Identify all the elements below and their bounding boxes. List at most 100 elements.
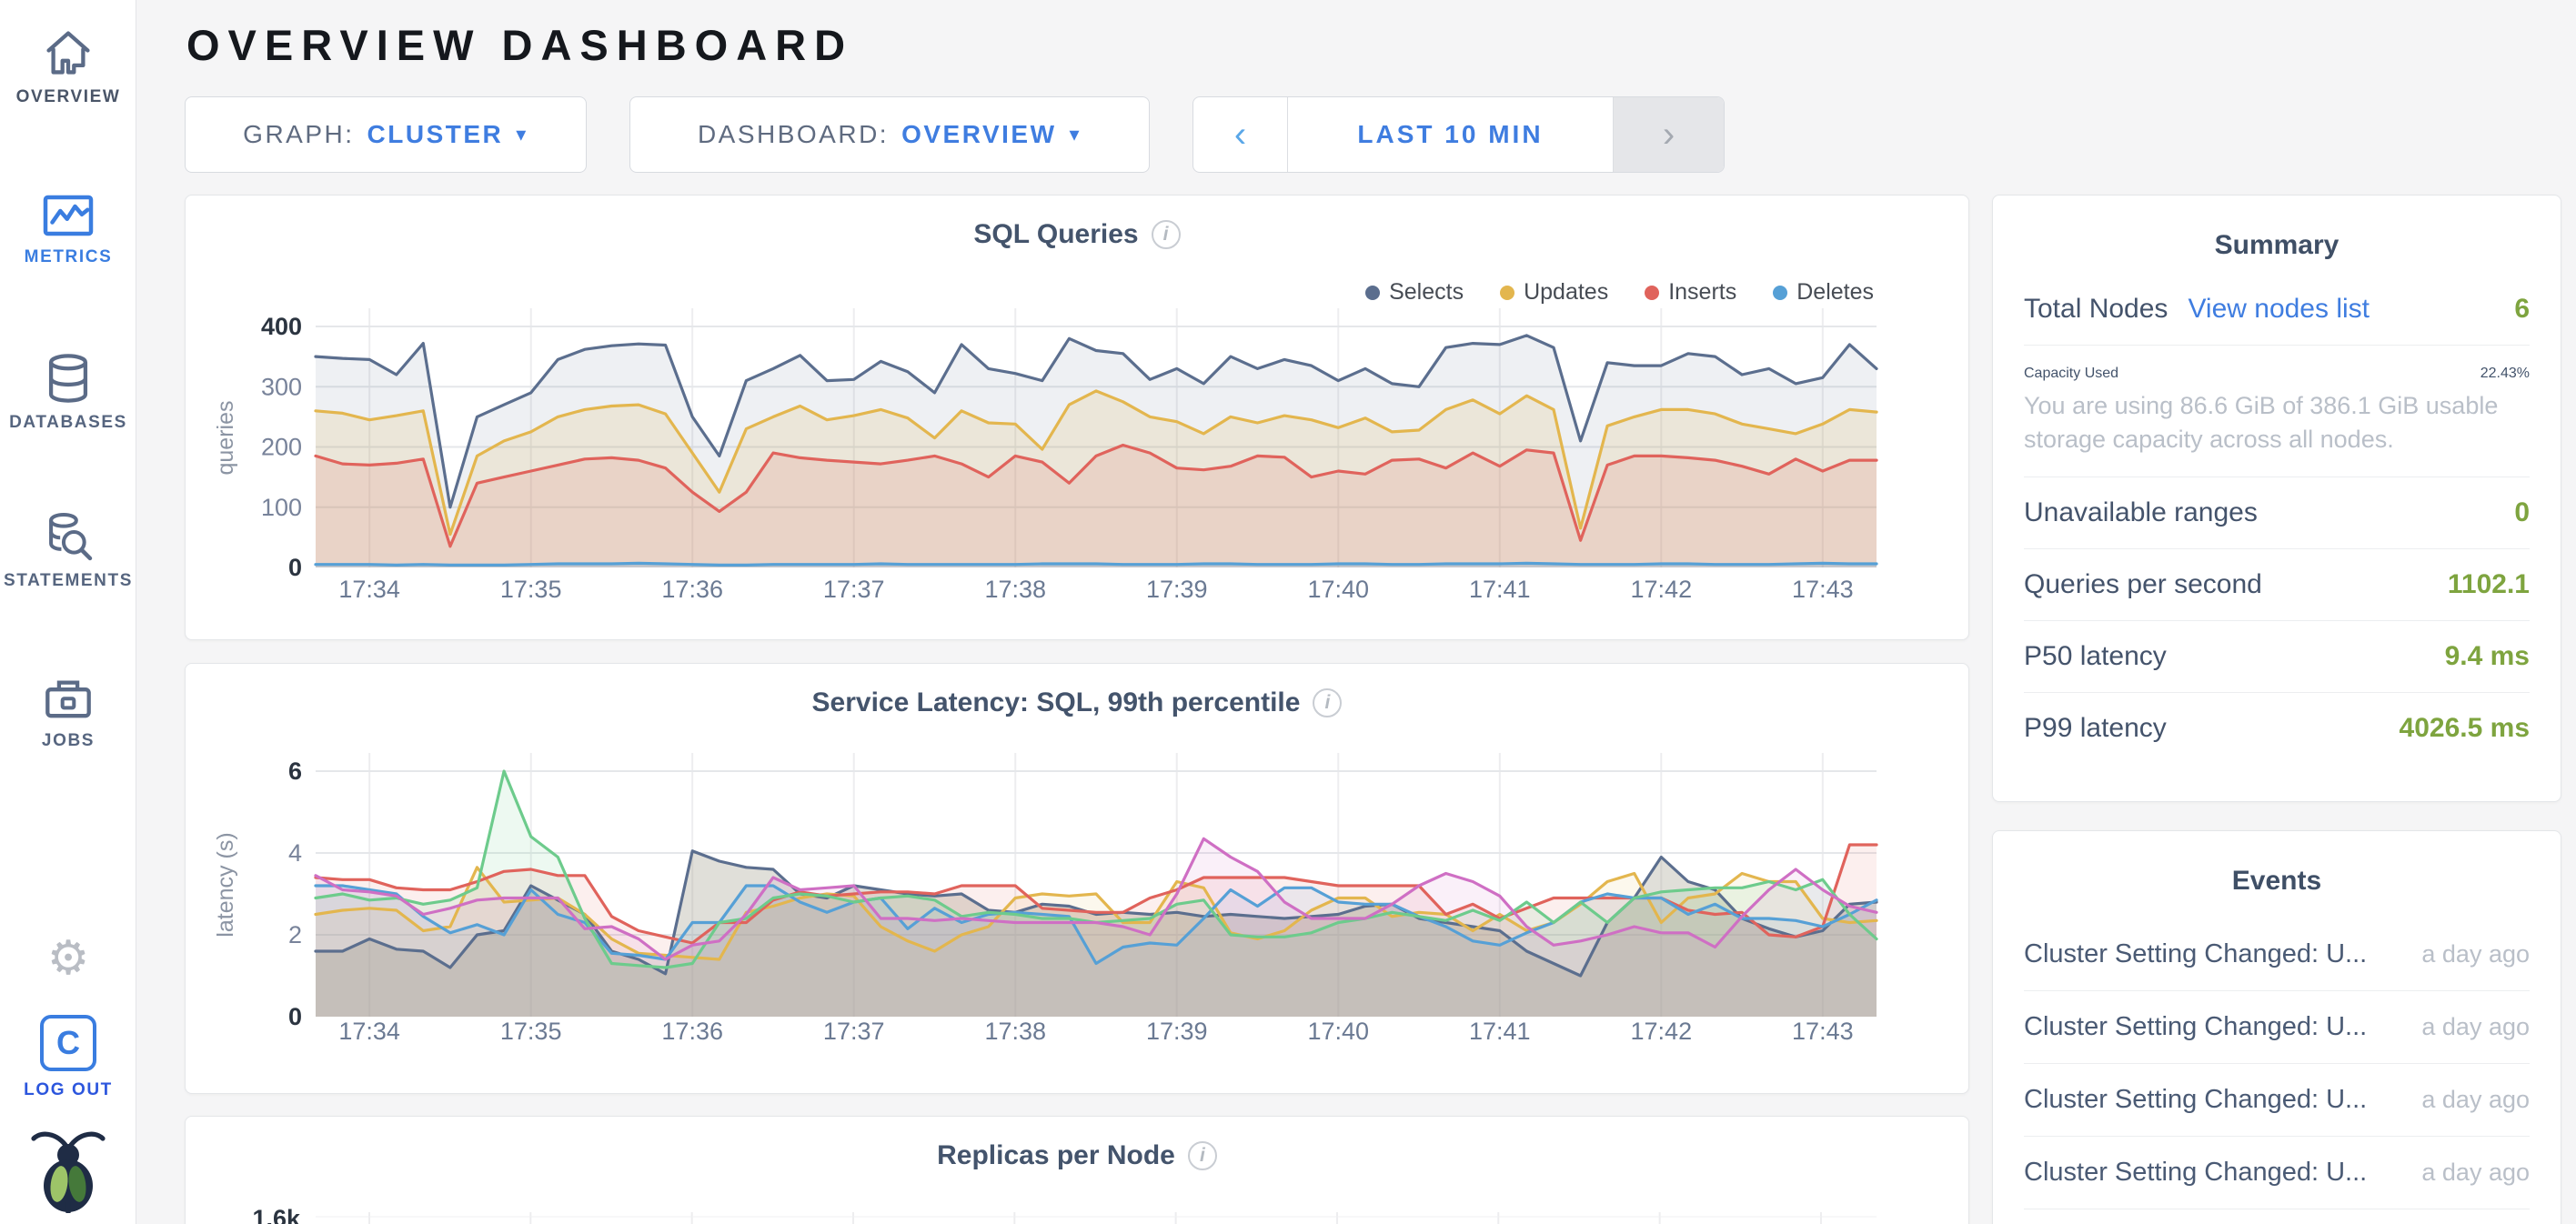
- svg-text:queries: queries: [213, 401, 238, 476]
- chevron-left-icon: ‹: [1234, 115, 1246, 156]
- unavailable-ranges-value: 0: [2514, 497, 2530, 528]
- cockroach-bug-icon: [26, 1126, 110, 1213]
- dashboard-dropdown[interactable]: DASHBOARD: OVERVIEW ▾: [629, 96, 1150, 173]
- cockroachdb-logo: [0, 1126, 136, 1213]
- capacity-subtext: You are using 86.6 GiB of 386.1 GiB usab…: [2024, 389, 2530, 456]
- time-range-selector: ‹ LAST 10 MIN ›: [1192, 96, 1725, 173]
- event-text: Cluster Setting Changed: U...: [2024, 1158, 2367, 1188]
- qps-value: 1102.1: [2448, 569, 2530, 600]
- svg-text:200: 200: [261, 434, 302, 461]
- svg-text:4: 4: [288, 839, 302, 867]
- time-range-value[interactable]: LAST 10 MIN: [1288, 97, 1613, 172]
- graph-dropdown[interactable]: GRAPH: CLUSTER ▾: [185, 96, 587, 173]
- summary-row-capacity: Capacity Used 22.43% You are using 86.6 …: [2024, 345, 2530, 477]
- svg-text:17:36: 17:36: [661, 576, 723, 603]
- summary-panel: Summary Total Nodes View nodes list 6 Ca…: [1992, 195, 2561, 802]
- summary-row-unavailable-ranges: Unavailable ranges 0: [2024, 477, 2530, 548]
- view-nodes-list-link[interactable]: View nodes list: [2188, 294, 2370, 325]
- svg-text:17:41: 17:41: [1469, 576, 1531, 603]
- sidebar-item-databases[interactable]: DATABASES: [0, 353, 136, 433]
- sidebar-item-label: STATEMENTS: [0, 571, 136, 591]
- event-text: Cluster Setting Changed: U...: [2024, 1085, 2367, 1115]
- svg-text:17:39: 17:39: [1146, 1018, 1208, 1045]
- time-prev-button[interactable]: ‹: [1193, 97, 1288, 172]
- svg-text:17:43: 17:43: [1792, 1018, 1854, 1045]
- dashboard-dropdown-value: OVERVIEW: [901, 120, 1056, 149]
- svg-text:17:41: 17:41: [1469, 1018, 1531, 1045]
- svg-text:2: 2: [288, 921, 302, 948]
- event-row: Cluster Setting Changed: U... a day ago: [2024, 1136, 2530, 1209]
- service-latency-chart[interactable]: 17:3417:3517:3617:3717:3817:3917:4017:41…: [186, 664, 1970, 1095]
- event-time: a day ago: [2421, 940, 2530, 968]
- home-icon: [42, 27, 95, 78]
- event-time: a day ago: [2421, 1159, 2530, 1187]
- svg-text:17:40: 17:40: [1307, 1018, 1369, 1045]
- sidebar-item-settings[interactable]: ⚙: [0, 935, 136, 982]
- database-icon: [42, 353, 95, 404]
- events-title: Events: [1993, 831, 2561, 918]
- graph-dropdown-label: GRAPH:: [243, 120, 354, 149]
- svg-text:17:43: 17:43: [1792, 576, 1854, 603]
- dashboard-dropdown-label: DASHBOARD:: [698, 120, 889, 149]
- logout-label: LOG OUT: [0, 1080, 136, 1100]
- chevron-down-icon: ▾: [516, 123, 528, 146]
- events-list: Cluster Setting Changed: U... a day ago Cl…: [1993, 918, 2561, 1224]
- sql-queries-card: SQL Queries i SelectsUpdatesInsertsDelet…: [185, 195, 1969, 640]
- svg-text:300: 300: [261, 373, 302, 400]
- event-row: Cluster Setting Changed: U...a day ago: [2024, 1209, 2530, 1224]
- p50-latency-value: 9.4 ms: [2445, 641, 2530, 672]
- sidebar-item-logout[interactable]: C LOG OUT: [0, 1015, 136, 1100]
- summary-title: Summary: [1993, 196, 2561, 283]
- sidebar-item-label: OVERVIEW: [0, 87, 136, 107]
- sidebar-item-label: JOBS: [0, 731, 136, 751]
- sidebar: OVERVIEW METRICS DATABASES STATEMENTS: [0, 0, 136, 1224]
- svg-text:400: 400: [261, 313, 302, 340]
- event-row: Cluster Setting Changed: U... a day ago: [2024, 1063, 2530, 1136]
- svg-text:17:37: 17:37: [823, 576, 885, 603]
- p99-latency-value: 4026.5 ms: [2400, 713, 2530, 744]
- statements-icon: [42, 511, 95, 562]
- sidebar-item-jobs[interactable]: JOBS: [0, 673, 136, 751]
- replicas-per-node-chart[interactable]: [186, 1117, 1970, 1224]
- event-text: Cluster Setting Changed: U...: [2024, 939, 2367, 969]
- replicas-per-node-card: Replicas per Node i 1.6k: [185, 1116, 1969, 1224]
- summary-row-total-nodes: Total Nodes View nodes list 6: [2024, 283, 2530, 345]
- sidebar-item-metrics[interactable]: METRICS: [0, 193, 136, 267]
- svg-text:17:40: 17:40: [1307, 576, 1369, 603]
- event-text: Cluster Setting Changed: U...: [2024, 1012, 2367, 1042]
- time-next-button[interactable]: ›: [1613, 97, 1724, 172]
- chevron-down-icon: ▾: [1070, 123, 1082, 146]
- svg-text:0: 0: [288, 1003, 302, 1030]
- sidebar-item-label: DATABASES: [0, 413, 136, 433]
- summary-row-qps: Queries per second 1102.1: [2024, 548, 2530, 620]
- graph-dropdown-value: CLUSTER: [367, 120, 504, 149]
- page-title: OVERVIEW DASHBOARD: [186, 20, 853, 70]
- sidebar-item-label: METRICS: [0, 247, 136, 267]
- svg-text:17:34: 17:34: [338, 576, 400, 603]
- gear-icon: ⚙: [47, 932, 90, 985]
- svg-text:0: 0: [288, 554, 302, 581]
- svg-text:6: 6: [288, 757, 302, 785]
- summary-row-p99: P99 latency 4026.5 ms: [2024, 692, 2530, 764]
- chevron-right-icon: ›: [1663, 115, 1675, 156]
- sql-queries-chart[interactable]: 17:34 17:35 17:36 17:37 17:38 17:39 17:40 17:41…: [186, 196, 1970, 641]
- svg-text:17:35: 17:35: [500, 576, 562, 603]
- svg-text:17:34: 17:34: [338, 1018, 400, 1045]
- svg-text:17:35: 17:35: [500, 1018, 562, 1045]
- svg-text:17:38: 17:38: [984, 576, 1046, 603]
- svg-text:100: 100: [261, 494, 302, 521]
- event-time: a day ago: [2421, 1086, 2530, 1114]
- jobs-icon: [42, 673, 95, 722]
- event-row: Cluster Setting Changed: U... a day ago: [2024, 918, 2530, 990]
- sidebar-item-statements[interactable]: STATEMENTS: [0, 511, 136, 591]
- events-panel: Events Cluster Setting Changed: U... a da…: [1992, 830, 2561, 1224]
- svg-text:17:37: 17:37: [823, 1018, 885, 1045]
- total-nodes-value: 6: [2514, 294, 2530, 325]
- sidebar-item-overview[interactable]: OVERVIEW: [0, 27, 136, 107]
- svg-text:17:39: 17:39: [1146, 576, 1208, 603]
- svg-text:latency (s): latency (s): [213, 832, 238, 937]
- capacity-used-value: 22.43%: [2480, 366, 2530, 382]
- svg-text:17:42: 17:42: [1631, 576, 1693, 603]
- service-latency-card: Service Latency: SQL, 99th percentile i …: [185, 663, 1969, 1094]
- svg-text:17:42: 17:42: [1631, 1018, 1693, 1045]
